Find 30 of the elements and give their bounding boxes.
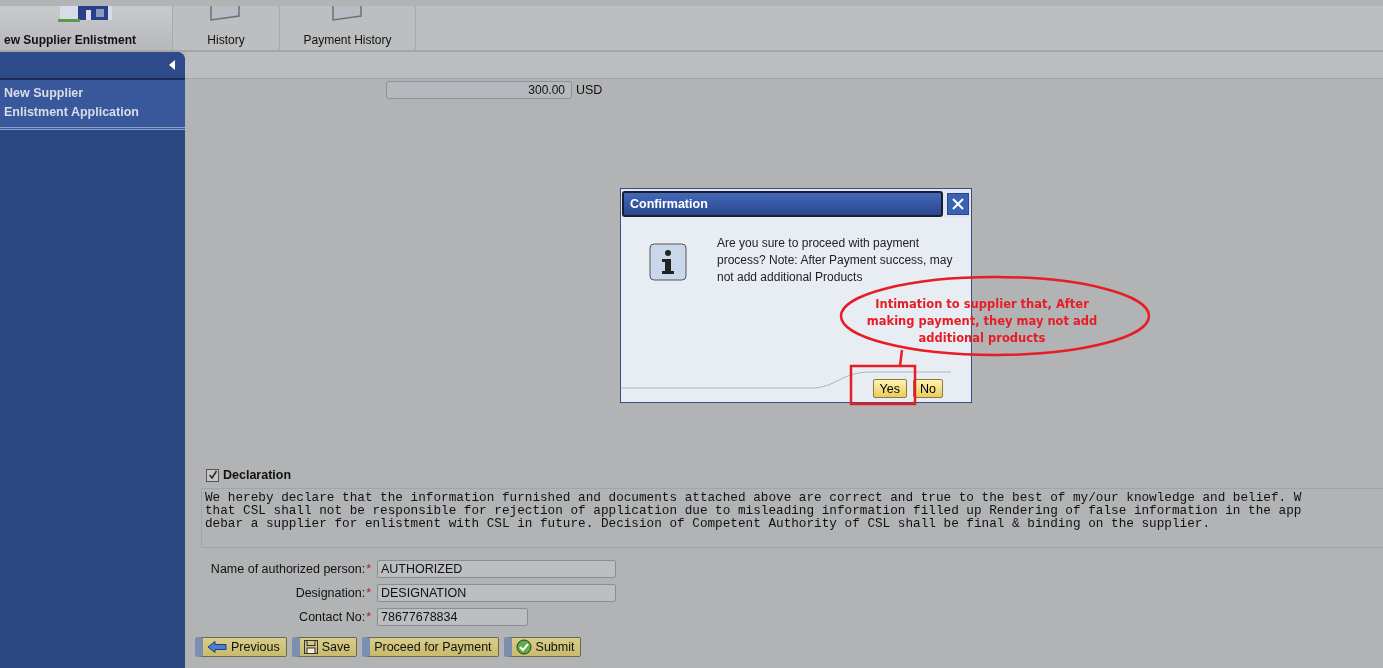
amount-field[interactable]: 300.00 [386, 81, 572, 99]
action-button[interactable]: Submit [503, 637, 582, 657]
check-circle-icon [515, 639, 532, 655]
nav-tab[interactable]: Payment History [280, 6, 416, 50]
input-field[interactable]: 78677678834 [377, 608, 528, 626]
sidebar-item[interactable]: New Supplier Enlistment Application [0, 80, 185, 130]
dialog-message: Are you sure to proceed with payment process? Note: After Payment success, may not add additional Products [717, 235, 954, 286]
dialog-title: Confirmation [622, 191, 943, 217]
close-icon [952, 198, 964, 210]
nav-tab[interactable]: ew Supplier Enlistment [0, 6, 173, 50]
action-button[interactable]: Previous [195, 637, 287, 657]
input-field[interactable]: DESIGNATION [377, 584, 616, 602]
collapse-arrow-icon[interactable] [169, 60, 175, 70]
save-icon [303, 640, 318, 654]
dialog-button[interactable]: Yes [872, 379, 907, 398]
currency-label: USD [576, 83, 603, 97]
checkbox[interactable] [206, 468, 219, 482]
field-label: Designation:* [294, 586, 371, 600]
info-icon [649, 243, 687, 281]
field-label: Contact No:* [298, 610, 371, 624]
action-button[interactable]: Proceed for Payment [362, 637, 499, 657]
declaration-text-area[interactable]: We hereby declare that the information furnished and documents attached above are correct and true to the best of my/our knowledge and belief. W that CSL shall not be responsible for rejection of application due to misleading information filled up Rendering of false information in the app debar a supplier for enlistment with CSL in future. Decision of Competent Authority of CSL shall be final & binding on the supplier. [201, 488, 1383, 548]
dialog-button[interactable]: No [913, 379, 943, 398]
declaration-label: Declaration [223, 468, 292, 482]
close-button[interactable] [947, 193, 969, 215]
action-button[interactable]: Save [291, 637, 358, 657]
left-arrow-icon [207, 641, 227, 653]
nav-tab[interactable]: History [173, 6, 280, 50]
input-field[interactable]: AUTHORIZED [377, 560, 616, 578]
field-label: Name of authorized person:* [209, 562, 371, 576]
